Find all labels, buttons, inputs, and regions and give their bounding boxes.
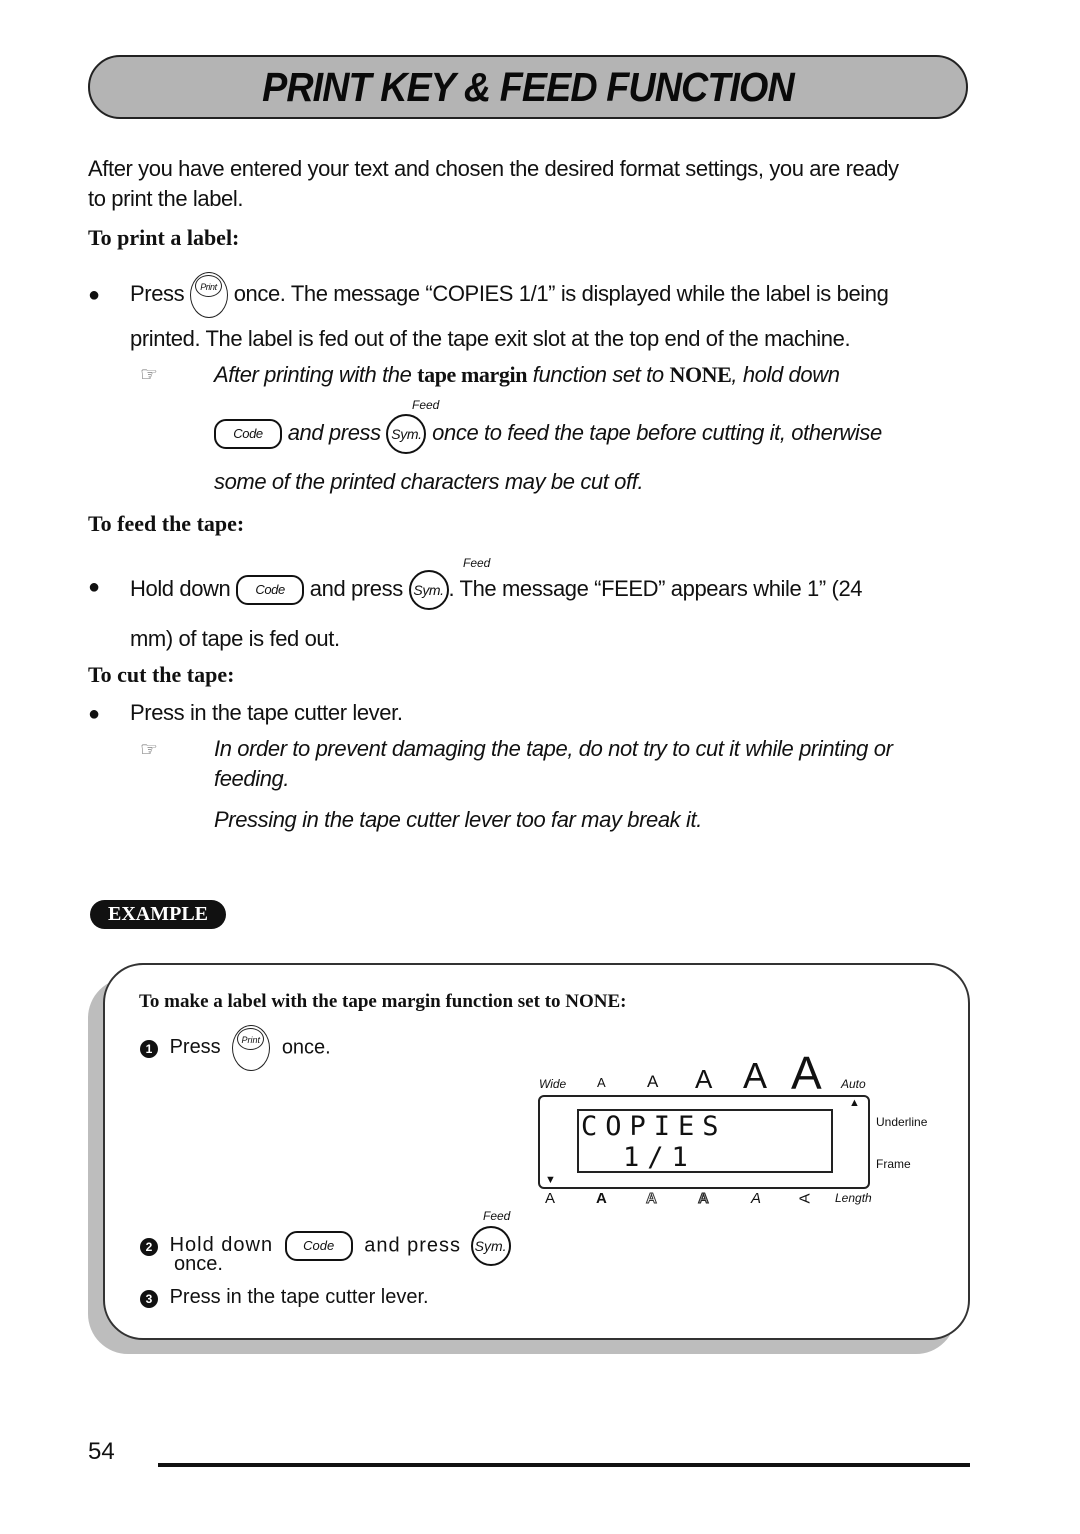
intro-line-2: to print the label. <box>88 186 244 211</box>
example-badge: EXAMPLE <box>90 900 226 929</box>
step-text: and press <box>364 1234 462 1257</box>
code-key-icon: Code <box>236 575 305 605</box>
sym-key-icon: Sym. <box>470 1226 511 1266</box>
heading-cut-tape: To cut the tape: <box>88 662 235 687</box>
print-key-icon: Print <box>189 272 228 318</box>
step-number-1: 1 <box>140 1040 158 1059</box>
cut-note-line-1: In order to prevent damaging the tape, d… <box>214 736 893 761</box>
size-glyph-2: A <box>647 1072 659 1091</box>
size-glyph-4: A <box>743 1055 768 1096</box>
feed-label: Feed <box>463 556 491 570</box>
heading-feed-tape: To feed the tape: <box>88 511 245 536</box>
print-key-icon: Print <box>232 1025 271 1071</box>
page-title-bar: PRINT KEY & FEED FUNCTION <box>88 55 968 119</box>
lcd-wide-label: Wide <box>539 1077 567 1091</box>
step-text: Press <box>169 1036 221 1059</box>
none-term: NONE <box>669 362 732 387</box>
feed-bullet-line-2: mm) of tape is fed out. <box>130 626 340 651</box>
cut-note-2: Pressing in the tape cutter lever too fa… <box>214 807 702 832</box>
style-italic-glyph: A <box>751 1190 762 1207</box>
cut-bullet: Press in the tape cutter lever. <box>130 700 403 725</box>
print-bullet-rest: once. The message “COPIES 1/1” is displa… <box>233 280 889 306</box>
step-number-3: 3 <box>140 1290 158 1308</box>
hold-down-text: Hold down <box>130 575 231 601</box>
bullet-icon: ● <box>88 576 101 598</box>
feed-label: Feed <box>483 1209 511 1223</box>
lcd-line-1: COPIES <box>581 1111 727 1142</box>
lcd-line-2: 1/1 <box>623 1142 696 1173</box>
style-outline-glyph: A <box>646 1190 658 1208</box>
feed-bullet-rest: . The message “FEED” appears while 1” (2… <box>448 575 863 601</box>
sym-key-icon: Sym. <box>408 570 449 610</box>
style-normal-glyph: A <box>545 1190 556 1207</box>
lcd-auto-label: Auto <box>841 1077 866 1091</box>
feed-label: Feed <box>412 398 440 412</box>
print-key-label: Print <box>237 1028 265 1050</box>
step-text: Press in the tape cutter lever. <box>169 1286 429 1308</box>
note-pointing-hand-icon: ☞ <box>140 739 158 761</box>
footer-rule <box>158 1463 970 1467</box>
heading-print-label: To print a label: <box>88 225 240 250</box>
lcd-underline-label: Underline <box>876 1115 928 1129</box>
print-key-label: Print <box>194 275 222 297</box>
lcd-length-label: Length <box>835 1191 872 1205</box>
step-text: once. <box>281 1036 331 1059</box>
print-note-line-2: Code and press Sym. once to feed the tap… <box>214 414 882 454</box>
code-key-icon: Code <box>214 419 282 449</box>
note-pointing-hand-icon: ☞ <box>140 364 158 386</box>
lcd-down-arrow-icon: ▼ <box>545 1174 556 1186</box>
print-bullet-line-1: Press Print once. The message “COPIES 1/… <box>130 272 980 318</box>
print-note-line-1: After printing with the tape margin func… <box>214 360 974 390</box>
note-text: and press <box>287 419 381 445</box>
size-glyph-5: A <box>791 1047 822 1099</box>
note-text: After printing with the <box>214 362 418 387</box>
intro-line-1: After you have entered your text and cho… <box>88 156 899 181</box>
press-text: Press <box>130 280 185 306</box>
feed-bullet-line-1: Hold down Code and press Sym.. The messa… <box>130 570 863 610</box>
note-text: once to feed the tape before cutting it,… <box>432 419 882 445</box>
cut-note-line-2: feeding. <box>214 766 290 791</box>
intro-paragraph: After you have entered your text and cho… <box>88 154 988 214</box>
page-number: 54 <box>88 1438 115 1465</box>
note-text: , hold down <box>731 362 840 387</box>
note-text: function set to <box>527 362 670 387</box>
example-step-3: 3 Press in the tape cutter lever. <box>140 1286 429 1309</box>
print-bullet-line-2: printed. The label is fed out of the tap… <box>130 326 851 351</box>
bullet-icon: ● <box>88 284 101 306</box>
bullet-icon: ● <box>88 703 101 725</box>
style-shadow-glyph: A <box>698 1190 710 1208</box>
step-number-2: 2 <box>140 1238 158 1257</box>
size-glyph-3: A <box>695 1064 713 1094</box>
code-key-icon: Code <box>284 1231 353 1261</box>
example-heading: To make a label with the tape margin fun… <box>139 991 627 1012</box>
lcd-up-arrow-icon: ▲ <box>849 1097 860 1109</box>
example-step-1: 1 Press Print once. <box>140 1025 331 1071</box>
style-bold-glyph: A <box>596 1190 607 1207</box>
print-note-line-3: some of the printed characters may be cu… <box>214 469 644 494</box>
style-vertical-glyph: A <box>796 1193 814 1204</box>
and-press-text: and press <box>309 575 403 601</box>
example-step-2-cont: once. <box>174 1253 223 1275</box>
page-title: PRINT KEY & FEED FUNCTION <box>262 63 795 110</box>
size-glyph-1: A <box>597 1075 606 1090</box>
sym-key-icon: Sym. <box>386 414 427 454</box>
lcd-frame-label: Frame <box>876 1157 911 1171</box>
tape-margin-term: tape margin <box>417 362 528 387</box>
